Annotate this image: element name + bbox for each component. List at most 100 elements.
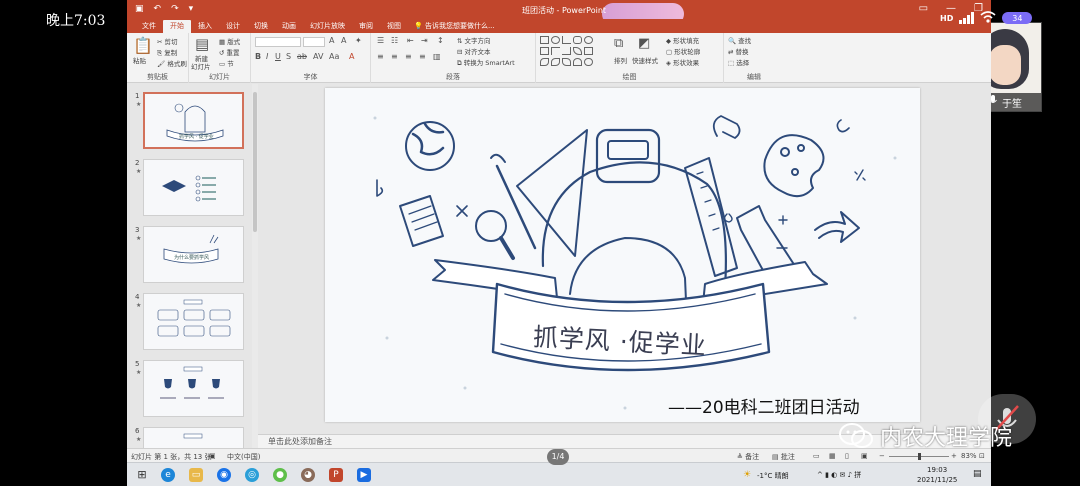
clear-format-icon[interactable]: ✦ [355,36,362,45]
save-icon[interactable]: ▣ [135,4,144,14]
shape-rectangle-icon[interactable] [540,36,549,44]
meeting-app-icon[interactable]: ▶ [357,468,371,482]
shapes-gallery[interactable] [540,36,610,68]
normal-view-icon[interactable]: ▭ [813,452,820,460]
find-button[interactable]: 🔍 查找 [728,35,751,45]
zoom-out-icon[interactable]: − [879,452,885,460]
reading-view-icon[interactable]: ▯ [845,452,849,460]
slide-thumbnail-3[interactable]: 为什么要抓学风 [143,226,244,283]
tab-animations[interactable]: 动画 [275,20,303,33]
shape-connector-icon[interactable] [562,47,571,55]
layout-button[interactable]: ▦ 版式 [219,36,240,46]
quick-styles-icon[interactable]: ◩ [638,36,650,51]
fit-slide-icon[interactable]: ⊡ [979,452,985,460]
slideshow-view-icon[interactable]: ▣ [861,452,868,460]
slide-thumbnail-2[interactable] [143,159,244,216]
paste-icon[interactable]: 📋 [133,36,153,55]
slide-thumbnail-1[interactable]: 抓学风 · 促学业 [143,92,244,149]
shape-dome-icon[interactable] [573,58,582,66]
line-spacing-icon[interactable]: ↕ [437,36,444,45]
shape-textbox-icon[interactable] [540,47,549,55]
reset-button[interactable]: ↺ 重置 [219,47,240,57]
new-slide-icon[interactable]: ▤ [195,35,209,53]
paste-button[interactable]: 粘贴 [133,55,146,65]
align-center-icon[interactable]: ≡ [391,52,398,61]
customize-qat-icon[interactable]: ▾ [189,4,194,14]
font-color-icon[interactable]: A [349,52,354,61]
weather-text[interactable]: -1°C 晴朗 [757,471,789,481]
align-text-button[interactable]: ⊟ 对齐文本 [457,46,491,56]
tab-insert[interactable]: 插入 [191,20,219,33]
text-direction-button[interactable]: ⇅ 文字方向 [457,35,491,45]
font-name-select[interactable] [255,37,301,47]
browser-icon[interactable]: ◉ [217,468,231,482]
shape-more-icon[interactable] [584,58,593,66]
app-green-icon[interactable]: ● [273,468,287,482]
shape-brace-icon[interactable] [540,58,549,66]
section-button[interactable]: ▭ 节 [219,58,234,68]
spellcheck-icon[interactable]: ▣ [209,452,216,460]
shape-square-icon[interactable] [584,47,593,55]
powerpoint-taskbar-icon[interactable]: P [329,468,343,482]
tab-transitions[interactable]: 切换 [247,20,275,33]
notes-toggle-button[interactable]: ≜ 备注 [737,452,759,462]
strikethrough-icon[interactable]: ab [297,52,307,61]
select-button[interactable]: ⬚ 选择 [728,57,749,67]
windows-start-icon[interactable]: ⊞ [135,468,149,482]
current-slide[interactable]: 抓学风 ·促学业 ——20电科二班团日活动 [325,88,920,422]
shape-rounded-rect-icon[interactable] [573,36,582,44]
tab-slideshow[interactable]: 幻灯片放映 [303,20,352,33]
numbering-icon[interactable]: ☷ [391,36,398,45]
slide-sorter-icon[interactable]: ▦ [829,452,836,460]
shape-curve-icon[interactable] [562,58,571,66]
edge-icon[interactable]: e [161,468,175,482]
cut-button[interactable]: ✂ 剪切 [157,36,178,46]
shape-circle-icon[interactable] [584,36,593,44]
align-right-icon[interactable]: ≡ [405,52,412,61]
columns-icon[interactable]: ▥ [433,52,441,61]
thumbnail-scrollbar-thumb[interactable] [253,92,257,232]
shrink-font-icon[interactable]: A [341,36,346,45]
taskbar-date[interactable]: 2021/11/25 [917,476,957,484]
tab-file[interactable]: 文件 [135,20,163,33]
arrange-icon[interactable]: ⧉ [614,36,623,51]
slide-thumbnail-6[interactable] [143,427,244,448]
tab-view[interactable]: 视图 [380,20,408,33]
shape-elbow-icon[interactable] [551,47,560,55]
shadow-icon[interactable]: S [286,52,291,61]
slide-thumbnail-5[interactable] [143,360,244,417]
notification-icon[interactable]: ▤ [973,469,982,479]
shape-oval-icon[interactable] [551,36,560,44]
change-case-icon[interactable]: Aa [329,52,339,61]
increase-indent-icon[interactable]: ⇥ [421,36,428,45]
comments-toggle-button[interactable]: ▤ 批注 [772,452,795,462]
replace-button[interactable]: ⇄ 替换 [728,46,749,56]
shape-wave-icon[interactable] [573,47,582,55]
language-indicator[interactable]: 中文(中国) [227,452,260,462]
shape-fill-button[interactable]: ◆ 形状填充 [666,35,699,45]
slide-subtitle[interactable]: ——20电科二班团日活动 [668,393,860,418]
justify-icon[interactable]: ≡ [419,52,426,61]
tab-home[interactable]: 开始 [163,20,191,33]
app-blue-icon[interactable]: ◎ [245,468,259,482]
shape-outline-button[interactable]: ▢ 形状轮廓 [666,46,700,56]
smartart-button[interactable]: ⧉ 转换为 SmartArt [457,57,515,68]
font-size-select[interactable] [303,37,325,47]
redo-icon[interactable]: ↷ [171,4,179,14]
tab-review[interactable]: 审阅 [352,20,380,33]
bold-icon[interactable]: B [255,52,261,61]
slide-thumbnail-4[interactable] [143,293,244,350]
italic-icon[interactable]: I [266,52,268,61]
format-painter-button[interactable]: 🖌 格式刷 [157,58,187,68]
tray-icons[interactable]: ^ ▮ ◐ ✉ ♪ 拼 [817,470,861,480]
thumbnail-row[interactable]: 6 ★ [131,427,251,448]
char-spacing-icon[interactable]: AV [313,52,323,61]
zoom-level[interactable]: 83% [961,452,977,460]
shape-arc-icon[interactable] [551,58,560,66]
tab-design[interactable]: 设计 [219,20,247,33]
align-left-icon[interactable]: ≡ [377,52,384,61]
quick-styles-button[interactable]: 快速样式 [632,55,658,65]
underline-icon[interactable]: U [275,52,281,61]
zoom-slider-handle[interactable] [918,453,921,460]
ribbon-display-icon[interactable]: ▭ [919,3,928,14]
